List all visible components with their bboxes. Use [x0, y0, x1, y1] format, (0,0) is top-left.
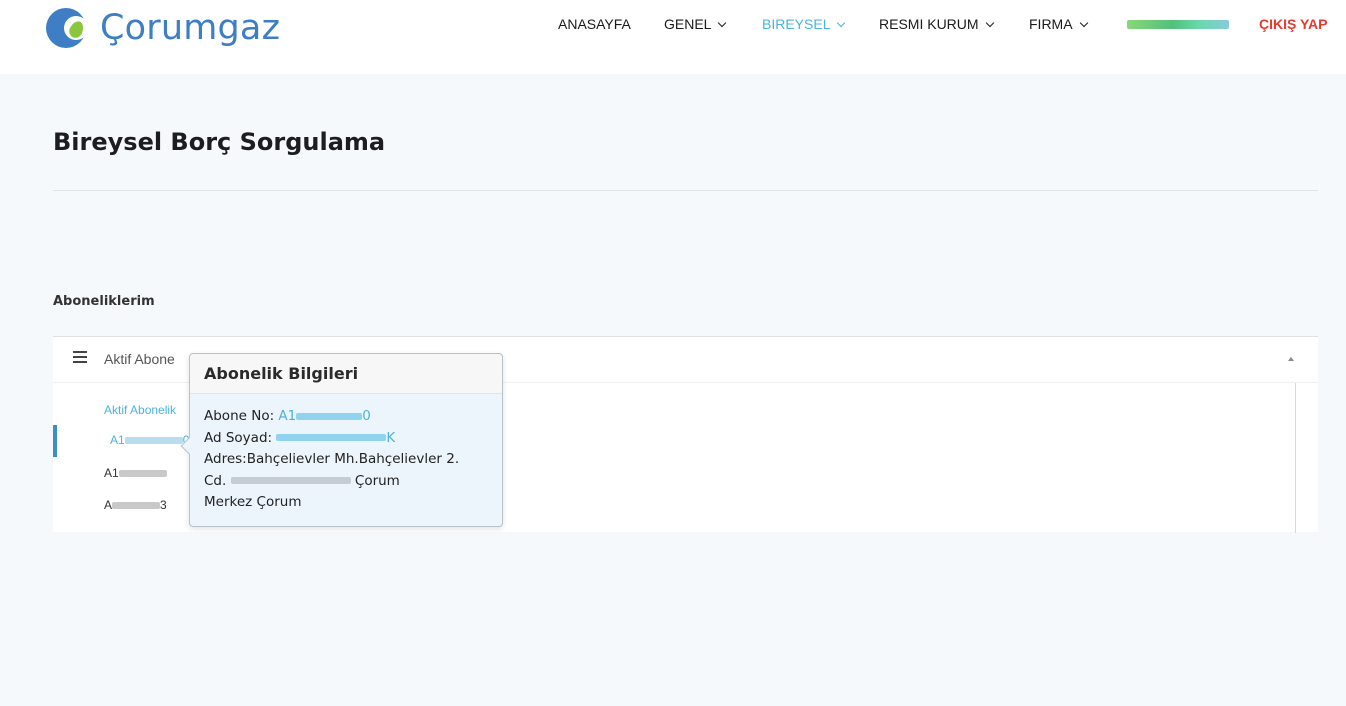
abone-no-label: Abone No: — [204, 408, 275, 424]
nav-anasayfa-label: ANASAYFA — [558, 16, 631, 32]
active-subscription-link[interactable]: Aktif Abonelik — [104, 403, 176, 417]
ad-soyad-label: Ad Soyad: — [204, 429, 273, 446]
nav-genel[interactable]: GENEL — [664, 16, 727, 32]
redacted-abone-no — [296, 412, 363, 420]
account-item[interactable]: A3 — [104, 498, 167, 512]
abone-no-value: A1 0 — [278, 408, 370, 424]
nav-anasayfa[interactable]: ANASAYFA — [558, 16, 631, 32]
abone-no-row: Abone No: A1 0 — [204, 406, 494, 428]
logout-label: ÇIKIŞ YAP — [1259, 16, 1328, 32]
popover-title: Abonelik Bilgileri — [204, 364, 359, 383]
address-line-3: Merkez Çorum — [204, 494, 302, 510]
address-line-2: Cd. Çorum — [204, 471, 494, 493]
scrollbar-track[interactable] — [1295, 383, 1296, 533]
popover-header: Abonelik Bilgileri — [190, 354, 502, 394]
nav-resmi-kurum-label: RESMI KURUM — [879, 16, 979, 32]
account-item[interactable]: A1 — [104, 466, 167, 480]
logout-link[interactable]: ÇIKIŞ YAP — [1259, 16, 1327, 32]
user-name-redacted[interactable] — [1127, 20, 1229, 29]
nav-genel-label: GENEL — [664, 16, 712, 32]
redacted-account-number — [112, 502, 161, 510]
account-number-prefix: A1 — [104, 466, 119, 480]
nav-firma[interactable]: FIRMA — [1029, 16, 1088, 32]
abone-no-suffix: 0 — [362, 408, 371, 424]
ad-soyad-suffix: K — [386, 429, 396, 446]
abone-no-prefix: A1 — [278, 408, 297, 424]
nav-bireysel-label: BIREYSEL — [762, 16, 831, 32]
redacted-ad-soyad — [276, 434, 387, 441]
chevron-down-icon — [985, 18, 994, 28]
selected-indicator — [53, 425, 57, 457]
chevron-down-icon — [718, 18, 727, 28]
popover-body: Abone No: A1 0 Ad Soyad: K Adres:Bahçelie… — [204, 406, 494, 514]
nav-firma-label: FIRMA — [1029, 16, 1073, 32]
chevron-down-icon — [837, 18, 846, 28]
panel-title: Aktif Abone — [104, 351, 175, 367]
ad-soyad-row: Ad Soyad: K — [204, 428, 494, 450]
redacted-account-number — [118, 470, 167, 478]
collapse-caret-icon[interactable] — [1288, 357, 1294, 361]
ad-soyad-value: K — [276, 430, 395, 446]
address-line-2-prefix: Cd. — [204, 472, 227, 489]
account-item-selected[interactable]: A10 — [110, 433, 189, 447]
address-line-2-suffix: Çorum — [354, 472, 400, 489]
account-number-prefix: A1 — [110, 433, 125, 447]
page-title: Bireysel Borç Sorgulama — [53, 128, 386, 156]
list-icon — [73, 351, 87, 363]
account-number-prefix: A — [104, 498, 113, 512]
title-divider — [53, 190, 1318, 191]
redacted-address — [230, 477, 351, 484]
nav-resmi-kurum[interactable]: RESMI KURUM — [879, 16, 994, 32]
main-content: Bireysel Borç Sorgulama Aboneliklerim Ak… — [0, 74, 1346, 706]
account-number-suffix: 3 — [160, 498, 167, 512]
redacted-account-number — [124, 437, 183, 445]
nav-bireysel[interactable]: BIREYSEL — [762, 16, 846, 32]
subscription-info-popover: Abonelik Bilgileri Abone No: A1 0 Ad Soya… — [180, 353, 503, 527]
chevron-down-icon — [1079, 18, 1088, 28]
top-header: Çorumgaz ANASAYFA GENEL BIREYSEL RESMI K… — [0, 0, 1346, 74]
section-label-aboneliklerim: Aboneliklerim — [53, 294, 155, 309]
address-line-1: Adres:Bahçelievler Mh.Bahçelievler 2. — [204, 451, 460, 467]
